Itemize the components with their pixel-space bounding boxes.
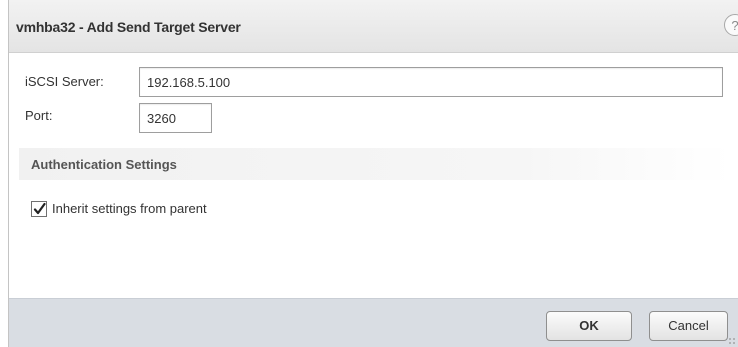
authentication-settings-title: Authentication Settings [31,157,177,172]
checkmark-icon [33,202,46,215]
iscsi-server-input[interactable] [139,67,723,97]
help-icon[interactable]: ? [724,14,738,36]
ok-button[interactable]: OK [546,311,632,341]
port-input[interactable] [139,103,212,133]
authentication-settings-header: Authentication Settings [19,148,731,180]
inherit-settings-label[interactable]: Inherit settings from parent [52,201,207,216]
dialog-title: vmhba32 - Add Send Target Server [16,19,241,35]
dialog-titlebar[interactable]: vmhba32 - Add Send Target Server ? [9,0,738,53]
dialog-footer: OK Cancel [9,298,738,347]
add-send-target-dialog: vmhba32 - Add Send Target Server ? iSCSI… [8,0,738,347]
iscsi-server-label: iSCSI Server: [25,74,104,89]
cancel-button[interactable]: Cancel [649,311,728,341]
port-label: Port: [25,108,53,123]
inherit-settings-checkbox[interactable] [31,201,47,217]
resize-grip-icon[interactable] [728,337,736,345]
